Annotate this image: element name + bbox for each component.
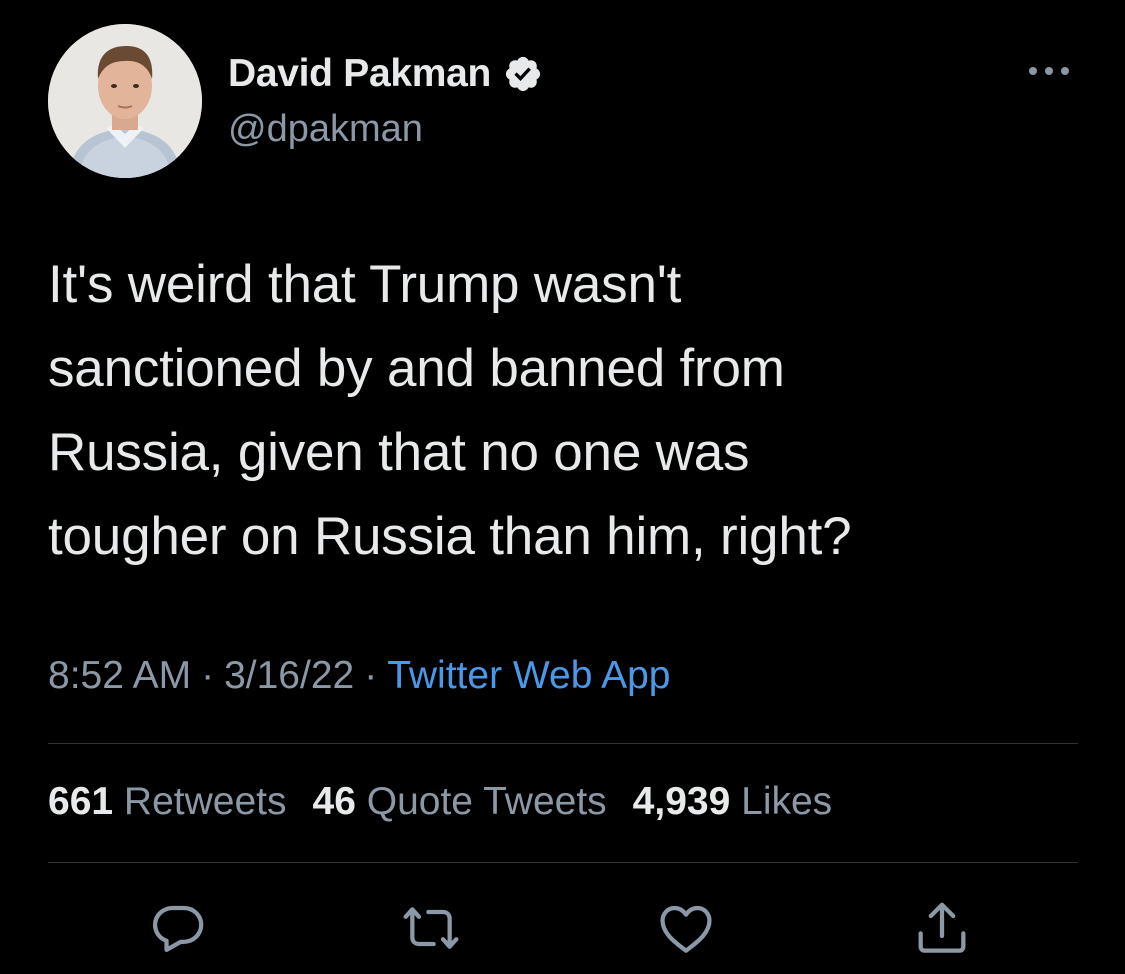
display-name[interactable]: David Pakman <box>228 52 491 96</box>
retweets-count: 661 <box>48 780 114 823</box>
action-bar <box>0 896 1125 966</box>
tweet-time[interactable]: 8:52 AM <box>48 654 191 697</box>
quote-tweets-stat[interactable]: 46 Quote Tweets <box>313 780 607 823</box>
divider <box>48 862 1078 863</box>
divider <box>48 743 1078 744</box>
name-row: David Pakman <box>228 52 543 96</box>
tweet-source-link[interactable]: Twitter Web App <box>387 654 670 697</box>
likes-count: 4,939 <box>632 780 731 823</box>
tweet-header: David Pakman @dpakman <box>48 24 1078 184</box>
avatar[interactable] <box>48 24 202 178</box>
verified-badge-icon <box>503 54 543 94</box>
quote-tweets-label: Quote Tweets <box>366 780 607 823</box>
tweet-line: sanctioned by and banned from <box>48 339 785 398</box>
avatar-photo <box>48 24 202 178</box>
tweet-date[interactable]: 3/16/22 <box>224 654 354 697</box>
like-icon[interactable] <box>654 896 718 960</box>
more-options-icon[interactable] <box>1026 56 1072 86</box>
handle[interactable]: @dpakman <box>228 108 423 151</box>
likes-label: Likes <box>741 780 833 823</box>
likes-stat[interactable]: 4,939 Likes <box>633 780 833 823</box>
separator: · <box>364 654 378 697</box>
tweet-text: It's weird that Trump wasn't sanctioned … <box>48 243 1078 579</box>
retweet-icon[interactable] <box>399 896 463 960</box>
share-icon[interactable] <box>910 896 974 960</box>
reply-icon[interactable] <box>146 896 210 960</box>
tweet-line: Russia, given that no one was <box>48 423 750 482</box>
quote-tweets-count: 46 <box>312 780 356 823</box>
tweet-line: tougher on Russia than him, right? <box>48 507 852 566</box>
tweet-metadata: 8:52 AM · 3/16/22 · Twitter Web App <box>48 654 670 698</box>
tweet-line: It's weird that Trump wasn't <box>48 255 682 314</box>
tweet-stats: 661 Retweets 46 Quote Tweets 4,939 Likes <box>48 780 858 824</box>
separator: · <box>201 654 215 697</box>
retweets-label: Retweets <box>123 780 287 823</box>
retweets-stat[interactable]: 661 Retweets <box>48 780 287 823</box>
